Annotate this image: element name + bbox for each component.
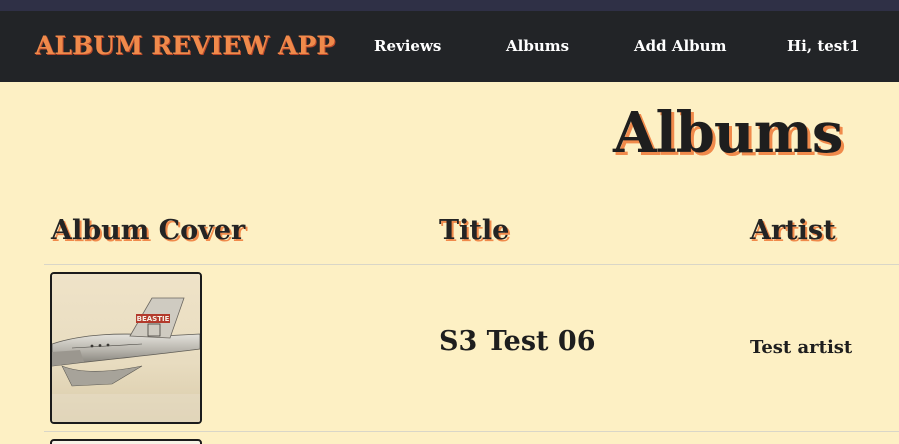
column-header-cover: Album Cover xyxy=(51,215,246,246)
album-title-link[interactable]: S3 Test 06 xyxy=(439,326,596,357)
table-row-divider xyxy=(44,431,899,432)
nav-add-album-link[interactable]: Add Album xyxy=(634,37,726,55)
album-cover-art: BEASTIE xyxy=(52,274,200,422)
nav-albums-link[interactable]: Albums xyxy=(506,37,569,55)
nav-reviews-link[interactable]: Reviews xyxy=(374,37,441,55)
page-title: Albums xyxy=(613,100,843,166)
table-row-divider xyxy=(44,264,899,265)
album-artist: Test artist xyxy=(750,337,853,358)
column-header-title: Title xyxy=(439,215,510,246)
brand-logo[interactable]: ALBUM REVIEW APP xyxy=(35,31,335,60)
cover-tail-text: BEASTIE xyxy=(137,315,170,323)
navbar: ALBUM REVIEW APP Reviews Albums Add Albu… xyxy=(0,11,899,82)
album-cover-image[interactable] xyxy=(50,439,202,444)
album-cover-image[interactable]: BEASTIE xyxy=(50,272,202,424)
column-header-artist: Artist xyxy=(750,215,836,246)
top-strip xyxy=(0,0,899,11)
user-greeting[interactable]: Hi, test1 xyxy=(787,37,860,55)
